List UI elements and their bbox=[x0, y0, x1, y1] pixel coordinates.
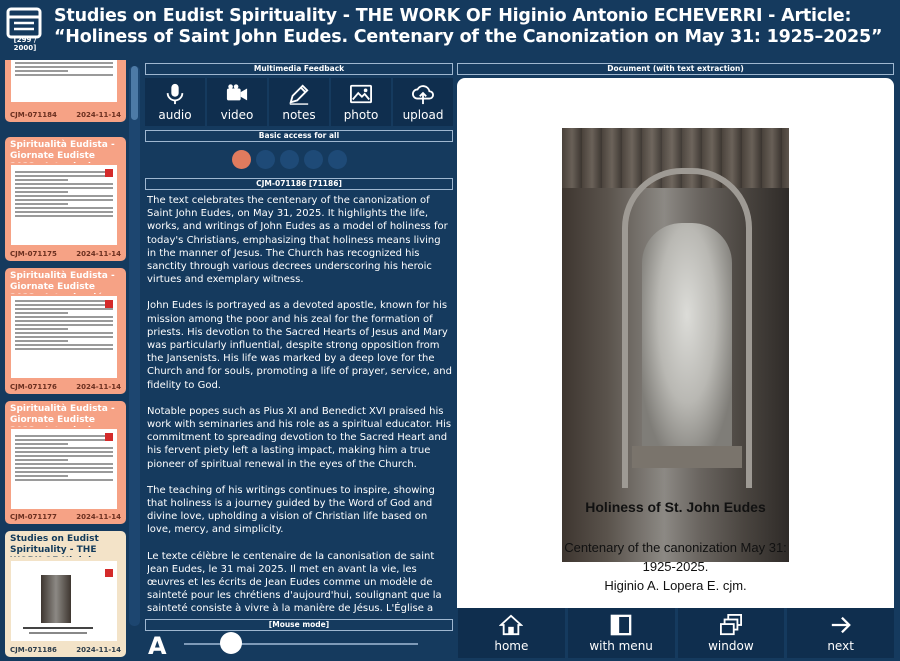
document-logo-icon bbox=[105, 433, 113, 441]
thumbnail-title: Studies on Eudist Spirituality - THE WOR… bbox=[10, 534, 99, 557]
upload-button[interactable]: upload bbox=[393, 78, 453, 126]
photo-button[interactable]: photo bbox=[331, 78, 391, 126]
thumbnail-list: CJM-071184 2024-11-14 Spiritualità Eudis… bbox=[0, 60, 128, 661]
video-button[interactable]: video bbox=[207, 78, 267, 126]
description-paragraph: The teaching of his writings continues t… bbox=[147, 484, 435, 536]
home-icon bbox=[499, 614, 524, 636]
document-subtitle: Centenary of the canonization May 31: 19… bbox=[457, 538, 894, 595]
page-dot[interactable] bbox=[304, 150, 323, 169]
mouse-mode-header: [Mouse mode] bbox=[145, 619, 453, 631]
header: [299 / 2000] Studies on Eudist Spiritual… bbox=[0, 0, 900, 58]
thumbnail-title: Spiritualità Eudista - Giornate Eudiste … bbox=[10, 140, 115, 163]
statue-photo bbox=[562, 128, 789, 562]
thumbnail-date: 2024-11-14 bbox=[76, 646, 121, 654]
thumbnail-date: 2024-11-14 bbox=[76, 383, 121, 391]
document-viewer[interactable]: Holiness of St. John Eudes Centenary of … bbox=[457, 78, 894, 608]
thumbnail-preview bbox=[11, 60, 117, 102]
video-label: video bbox=[220, 108, 254, 122]
item-id-header: CJM-071186 [71186] bbox=[145, 178, 453, 190]
thumbnail-id: CJM-071177 bbox=[10, 513, 57, 521]
upload-label: upload bbox=[402, 108, 444, 122]
thumbnail-id: CJM-071184 bbox=[10, 111, 57, 119]
description-paragraph: The text celebrates the centenary of the… bbox=[147, 195, 448, 286]
page-dots bbox=[232, 150, 347, 169]
text-size-slider-thumb[interactable] bbox=[219, 632, 242, 654]
document-logo-icon bbox=[105, 169, 113, 177]
thumbnail-meta: CJM-071186 2024-11-14 bbox=[10, 646, 121, 654]
basic-access-header: Basic access for all bbox=[145, 130, 453, 142]
with-menu-button[interactable]: with menu bbox=[567, 608, 675, 658]
arrow-right-icon bbox=[831, 616, 851, 634]
thumbnail-meta: CJM-071177 2024-11-14 bbox=[10, 513, 121, 521]
thumbnail-card[interactable]: Spiritualità Eudista - Giornate Eudiste … bbox=[5, 268, 126, 394]
bottom-navigation: home with menu window next bbox=[458, 608, 894, 658]
home-label: home bbox=[494, 639, 529, 653]
window-label: window bbox=[708, 639, 754, 653]
thumbnail-preview bbox=[11, 561, 117, 641]
thumbnail-date: 2024-11-14 bbox=[76, 111, 121, 119]
thumbnail-card[interactable]: Spiritualità Eudista - Giornate Eudiste … bbox=[5, 137, 126, 261]
thumbnail-preview bbox=[11, 296, 117, 378]
video-camera-icon bbox=[226, 84, 248, 101]
description-text: The text celebrates the centenary of the… bbox=[147, 194, 452, 614]
thumbnail-card[interactable]: CJM-071184 2024-11-14 bbox=[5, 60, 126, 122]
document-logo-icon bbox=[105, 569, 113, 577]
document-subtitle-line: Centenary of the canonization May 31: bbox=[564, 540, 787, 555]
thumbnail-preview bbox=[11, 429, 117, 509]
microphone-icon bbox=[166, 83, 184, 105]
document-subtitle-line: Higinio A. Lopera E. cjm. bbox=[604, 578, 747, 593]
audio-button[interactable]: audio bbox=[145, 78, 205, 126]
text-size-icon[interactable]: A bbox=[148, 632, 167, 660]
statue-photo bbox=[41, 575, 71, 623]
description-paragraph: John Eudes is portrayed as a devoted apo… bbox=[147, 300, 452, 391]
page-dot[interactable] bbox=[256, 150, 275, 169]
document-subtitle-line: 1925-2025. bbox=[642, 559, 709, 574]
description-paragraph: Le texte célèbre le centenaire de la can… bbox=[147, 550, 442, 614]
home-button[interactable]: home bbox=[458, 608, 565, 658]
photo-icon bbox=[350, 84, 372, 104]
notes-label: notes bbox=[282, 108, 316, 122]
audio-label: audio bbox=[158, 108, 192, 122]
page-dot[interactable] bbox=[328, 150, 347, 169]
page-dot[interactable] bbox=[280, 150, 299, 169]
sidebar-panel-icon bbox=[610, 614, 632, 636]
thumbnail-card[interactable]: Spiritualità Eudista - Giornate Eudiste … bbox=[5, 401, 126, 524]
description-paragraph: Notable popes such as Pius XI and Benedi… bbox=[147, 405, 452, 470]
multimedia-toolbar: audio video notes photo upload bbox=[145, 78, 453, 126]
thumbnail-meta: CJM-071184 2024-11-14 bbox=[10, 111, 121, 119]
thumbnail-id: CJM-071186 bbox=[10, 646, 57, 654]
document-logo-icon bbox=[105, 300, 113, 308]
next-label: next bbox=[827, 639, 854, 653]
with-menu-label: with menu bbox=[589, 639, 653, 653]
thumbnail-scrollbar[interactable] bbox=[129, 66, 140, 626]
page-dot-active[interactable] bbox=[232, 150, 251, 169]
thumbnail-card-active[interactable]: Studies on Eudist Spirituality - THE WOR… bbox=[5, 531, 126, 657]
thumbnail-meta: CJM-071176 2024-11-14 bbox=[10, 383, 121, 391]
thumbnail-meta: CJM-071175 2024-11-14 bbox=[10, 250, 121, 258]
upload-cloud-icon bbox=[412, 85, 434, 105]
thumbnail-date: 2024-11-14 bbox=[76, 250, 121, 258]
document-header: Document (with text extraction) bbox=[457, 63, 894, 75]
multimedia-feedback-header: Multimedia Feedback bbox=[145, 63, 453, 75]
thumbnail-date: 2024-11-14 bbox=[76, 513, 121, 521]
thumbnail-id: CJM-071176 bbox=[10, 383, 57, 391]
pen-icon bbox=[289, 84, 309, 105]
thumbnail-title: Spiritualità Eudista - Giornate Eudiste … bbox=[10, 271, 115, 294]
windows-icon bbox=[719, 614, 742, 636]
thumbnail-title: Spiritualità Eudista - Giornate Eudiste … bbox=[10, 404, 115, 427]
photo-label: photo bbox=[343, 108, 379, 122]
item-counter: [299 / 2000] bbox=[13, 36, 37, 52]
notes-button[interactable]: notes bbox=[269, 78, 329, 126]
window-button[interactable]: window bbox=[677, 608, 785, 658]
scrollbar-thumb[interactable] bbox=[131, 66, 138, 120]
page-title: Studies on Eudist Spirituality - THE WOR… bbox=[54, 6, 883, 47]
document-heading: Holiness of St. John Eudes bbox=[585, 499, 766, 515]
thumbnail-id: CJM-071175 bbox=[10, 250, 57, 258]
next-button[interactable]: next bbox=[787, 608, 894, 658]
thumbnail-preview bbox=[11, 165, 117, 245]
